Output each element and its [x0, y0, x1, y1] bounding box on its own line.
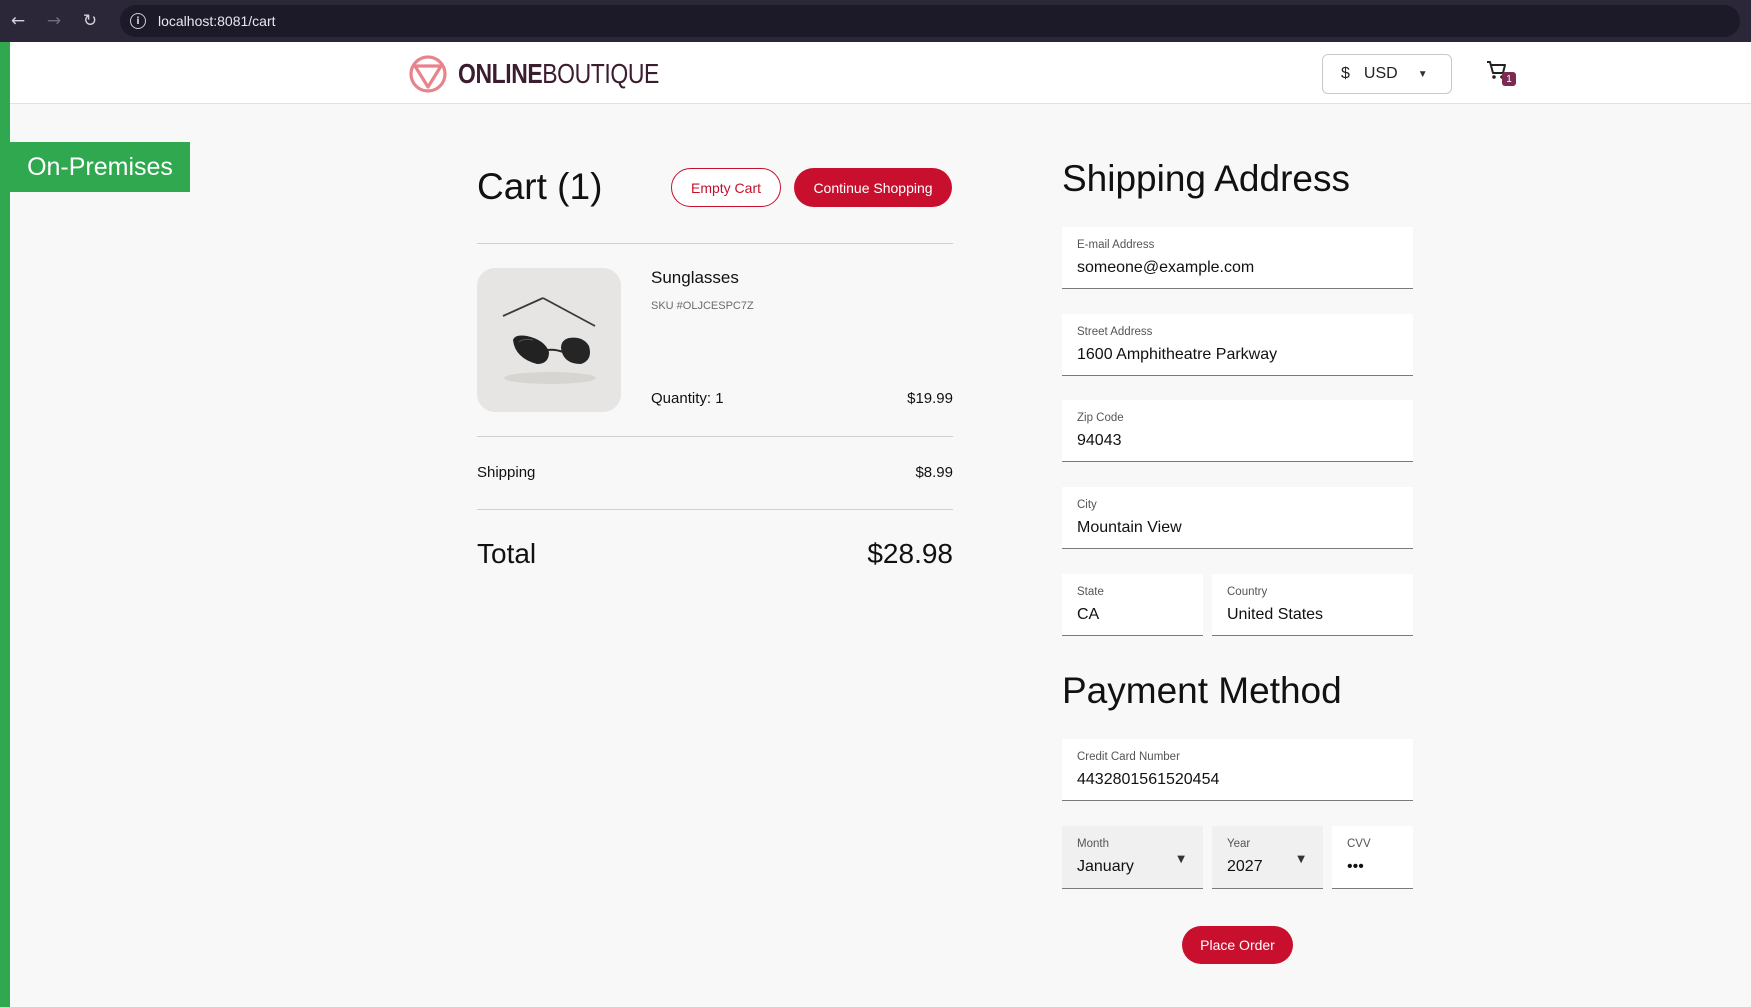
site-logo[interactable]: ONLINE BOUTIQUE — [408, 54, 703, 94]
email-label: E-mail Address — [1077, 239, 1155, 251]
cart-title: Cart (1) — [477, 166, 603, 207]
logo-icon — [409, 55, 447, 93]
email-field[interactable]: E-mail Address someone@example.com — [1062, 227, 1413, 289]
environment-badge: On-Premises — [10, 142, 190, 192]
divider — [477, 243, 953, 244]
place-order-button[interactable]: Place Order — [1182, 926, 1293, 964]
month-select[interactable]: Month January ▼ — [1062, 826, 1203, 889]
month-value: January — [1077, 858, 1134, 875]
credit-card-label: Credit Card Number — [1077, 751, 1180, 763]
state-value: CA — [1077, 606, 1100, 623]
chevron-down-icon: ▼ — [1417, 68, 1428, 80]
street-address-value: 1600 Amphitheatre Parkway — [1077, 346, 1278, 363]
logo-text-bold: ONLINE — [458, 58, 543, 89]
currency-value: USD — [1363, 65, 1398, 82]
product-quantity: Quantity: 1 — [651, 390, 724, 407]
site-info-icon[interactable]: i — [130, 13, 146, 29]
url-text[interactable]: localhost:8081/cart — [158, 13, 276, 29]
zip-code-label: Zip Code — [1077, 412, 1124, 424]
zip-code-field[interactable]: Zip Code 94043 — [1062, 400, 1413, 462]
product-sku: SKU #OLJCESPC7Z — [651, 300, 754, 312]
street-address-field[interactable]: Street Address 1600 Amphitheatre Parkway — [1062, 314, 1413, 376]
reload-icon[interactable]: ↻ — [72, 0, 108, 42]
email-value: someone@example.com — [1077, 259, 1255, 276]
environment-strip — [0, 42, 10, 1007]
cart-count-badge: 1 — [1502, 72, 1516, 86]
cvv-value: ••• — [1347, 858, 1364, 875]
shipping-cost: $8.99 — [915, 464, 953, 481]
product-name[interactable]: Sunglasses — [651, 268, 739, 288]
continue-shopping-button[interactable]: Continue Shopping — [794, 168, 952, 207]
back-icon[interactable]: ← — [0, 0, 36, 42]
state-label: State — [1077, 586, 1104, 598]
city-label: City — [1077, 499, 1097, 511]
logo-text: ONLINE BOUTIQUE — [458, 58, 659, 90]
empty-cart-button[interactable]: Empty Cart — [671, 168, 781, 207]
product-price: $19.99 — [907, 390, 953, 407]
product-image-sunglasses[interactable] — [477, 268, 621, 412]
year-value: 2027 — [1227, 858, 1263, 875]
currency-selector[interactable]: $ USD ▼ — [1322, 54, 1452, 94]
year-label: Year — [1227, 838, 1251, 850]
cvv-label: CVV — [1347, 838, 1371, 850]
state-field[interactable]: State CA — [1062, 574, 1203, 636]
country-field[interactable]: Country United States — [1212, 574, 1413, 636]
divider — [477, 436, 953, 437]
chevron-down-icon: ▼ — [1177, 854, 1185, 865]
total-label: Total — [477, 538, 537, 569]
country-value: United States — [1227, 606, 1324, 623]
currency-symbol: $ — [1341, 65, 1350, 82]
total-amount: $28.98 — [867, 538, 953, 569]
city-value: Mountain View — [1077, 519, 1182, 536]
cvv-field[interactable]: CVV ••• — [1332, 826, 1413, 889]
street-address-label: Street Address — [1077, 326, 1153, 338]
shipping-label: Shipping — [477, 464, 536, 481]
site-header: ONLINE BOUTIQUE $ USD ▼ 1 — [10, 42, 1751, 104]
credit-card-field[interactable]: Credit Card Number 4432801561520454 — [1062, 739, 1413, 801]
payment-method-title: Payment Method — [1062, 670, 1342, 711]
address-bar[interactable]: i localhost:8081/cart — [120, 5, 1740, 37]
divider — [477, 509, 953, 510]
credit-card-value: 4432801561520454 — [1077, 771, 1220, 788]
month-label: Month — [1077, 838, 1109, 850]
chevron-down-icon: ▼ — [1297, 854, 1305, 865]
zip-code-value: 94043 — [1077, 432, 1122, 449]
forward-icon[interactable]: → — [36, 0, 72, 42]
sunglasses-icon — [477, 268, 621, 412]
year-select[interactable]: Year 2027 ▼ — [1212, 826, 1323, 889]
country-label: Country — [1227, 586, 1268, 598]
logo-text-light: BOUTIQUE — [542, 58, 659, 89]
browser-toolbar: ← → ↻ i localhost:8081/cart — [0, 0, 1751, 42]
cart-button[interactable]: 1 — [1486, 60, 1516, 86]
city-field[interactable]: City Mountain View — [1062, 487, 1413, 549]
shipping-address-title: Shipping Address — [1062, 158, 1350, 199]
